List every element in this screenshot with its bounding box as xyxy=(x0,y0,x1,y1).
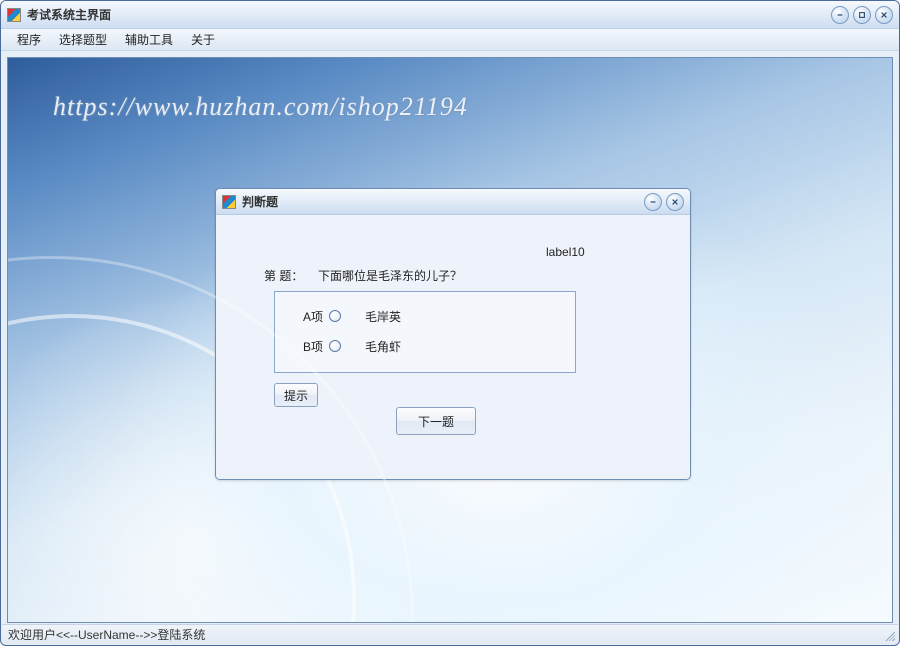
label10: label10 xyxy=(546,245,585,259)
close-icon xyxy=(671,198,679,206)
maximize-icon xyxy=(858,11,866,19)
dialog-minimize-button[interactable] xyxy=(644,193,662,211)
option-b-text: 毛角虾 xyxy=(365,338,401,355)
option-a-label: A项 xyxy=(297,308,323,325)
minimize-icon xyxy=(836,11,844,19)
menu-program[interactable]: 程序 xyxy=(9,29,49,50)
main-title: 考试系统主界面 xyxy=(27,6,831,23)
maximize-button[interactable] xyxy=(853,6,871,24)
resize-grip-icon[interactable] xyxy=(883,629,895,641)
question-prefix: 第 题： xyxy=(264,267,303,284)
mdi-client: https://www.huzhan.com/ishop21194 判断题 la… xyxy=(7,57,893,623)
close-button[interactable] xyxy=(875,6,893,24)
main-titlebar: 考试系统主界面 xyxy=(1,1,899,29)
minimize-icon xyxy=(649,198,657,206)
question-text: 下面哪位是毛泽东的儿子？ xyxy=(318,267,462,284)
minimize-button[interactable] xyxy=(831,6,849,24)
close-icon xyxy=(880,11,888,19)
hint-button[interactable]: 提示 xyxy=(274,383,318,407)
option-a-radio[interactable] xyxy=(329,310,341,322)
status-text: 欢迎用户<<--UserName-->>登陆系统 xyxy=(8,626,205,643)
statusbar: 欢迎用户<<--UserName-->>登陆系统 xyxy=(2,624,898,644)
dialog-title: 判断题 xyxy=(242,193,644,210)
option-a-text: 毛岸英 xyxy=(365,308,401,325)
next-button-label: 下一题 xyxy=(418,413,454,430)
next-button[interactable]: 下一题 xyxy=(396,407,476,435)
option-b-label: B项 xyxy=(297,338,323,355)
main-window: 考试系统主界面 程序 选择题型 辅助工具 关于 https://www.huzh… xyxy=(0,0,900,646)
dialog-window: 判断题 label10 第 题： 下面哪位是毛泽东的儿子？ A项 xyxy=(215,188,691,480)
option-b-row: B项 毛角虾 xyxy=(297,336,401,356)
dialog-titlebar: 判断题 xyxy=(216,189,690,215)
menu-about[interactable]: 关于 xyxy=(183,29,223,50)
option-a-row: A项 毛岸英 xyxy=(297,306,401,326)
dialog-app-icon xyxy=(222,195,236,209)
menubar: 程序 选择题型 辅助工具 关于 xyxy=(1,29,899,51)
options-group: A项 毛岸英 B项 毛角虾 xyxy=(274,291,576,373)
main-window-controls xyxy=(831,6,893,24)
option-b-radio[interactable] xyxy=(329,340,341,352)
dialog-close-button[interactable] xyxy=(666,193,684,211)
menu-tools[interactable]: 辅助工具 xyxy=(117,29,181,50)
watermark-text: https://www.huzhan.com/ishop21194 xyxy=(53,92,468,122)
hint-button-label: 提示 xyxy=(284,387,308,404)
dialog-body: label10 第 题： 下面哪位是毛泽东的儿子？ A项 毛岸英 B项 毛角虾 xyxy=(216,215,690,479)
menu-select-type[interactable]: 选择题型 xyxy=(51,29,115,50)
app-icon xyxy=(7,8,21,22)
dialog-window-controls xyxy=(644,193,684,211)
